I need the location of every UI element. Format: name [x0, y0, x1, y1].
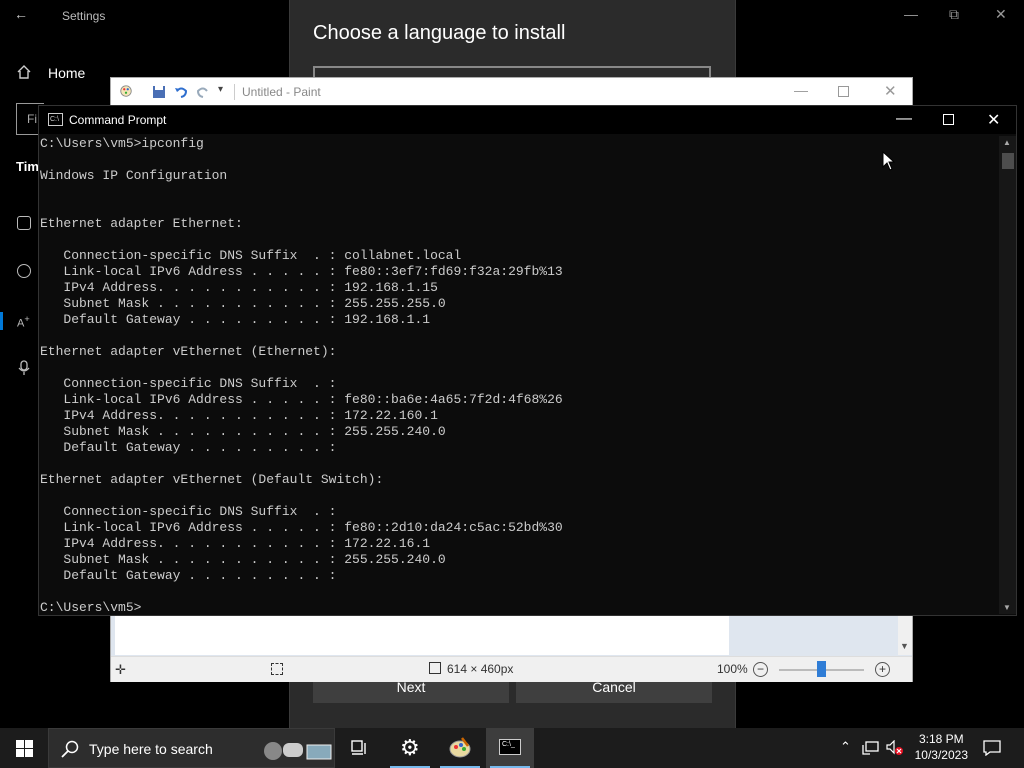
cmd-close-button[interactable]: ✕	[987, 110, 1000, 130]
selection-size-icon	[271, 663, 283, 675]
notification-center-icon[interactable]	[983, 740, 1001, 756]
volume-muted-icon[interactable]	[886, 740, 904, 756]
cmd-minimize-button[interactable]: —	[896, 110, 912, 128]
search-icon	[61, 740, 79, 758]
language-icon[interactable]: A+	[17, 314, 30, 330]
command-prompt-window: C:\ Command Prompt — ✕ C:\Users\vm5>ipco…	[38, 105, 1017, 616]
canvas-size-icon	[429, 662, 441, 674]
dialog-heading: Choose a language to install	[313, 22, 566, 44]
settings-title: Settings	[62, 9, 106, 23]
cmd-scrollbar-thumb[interactable]	[1002, 153, 1014, 169]
cmd-titlebar[interactable]: C:\ Command Prompt — ✕	[39, 106, 1016, 134]
zoom-level: 100%	[717, 662, 748, 676]
mouse-cursor-icon	[882, 151, 896, 171]
network-icon[interactable]	[862, 741, 880, 755]
clock-time: 3:18 PM	[918, 732, 964, 746]
paint-maximize-button[interactable]	[838, 86, 849, 97]
windows-start-icon[interactable]	[16, 740, 33, 757]
cmd-title: Command Prompt	[69, 113, 167, 127]
settings-section-heading: Tim	[16, 159, 39, 174]
cmd-vertical-scrollbar[interactable]: ▲ ▼	[999, 136, 1016, 614]
cmd-maximize-button[interactable]	[943, 114, 954, 125]
scroll-up-icon[interactable]: ▲	[1003, 138, 1011, 147]
redo-icon[interactable]	[196, 85, 210, 99]
paint-palette-icon	[449, 737, 471, 758]
back-arrow-icon[interactable]: ←	[14, 6, 28, 22]
scroll-down-icon[interactable]: ▼	[1003, 603, 1011, 612]
save-icon[interactable]	[152, 85, 166, 99]
zoom-slider-thumb[interactable]	[817, 661, 826, 677]
undo-icon[interactable]	[174, 85, 188, 99]
globe-icon[interactable]	[17, 264, 31, 278]
settings-restore-button[interactable]: ⧉	[949, 6, 959, 23]
taskbar-search-box[interactable]: Type here to search	[48, 728, 335, 768]
paint-minimize-button[interactable]: —	[794, 82, 808, 98]
settings-close-button[interactable]: ✕	[995, 6, 1007, 23]
paint-title: Untitled - Paint	[242, 85, 321, 99]
paint-app-icon	[120, 85, 132, 97]
taskbar-settings-app[interactable]: ⚙	[386, 728, 434, 768]
settings-home-link[interactable]: Home	[48, 65, 85, 81]
cursor-position-icon: ✛	[115, 662, 126, 677]
paint-close-button[interactable]: ✕	[884, 82, 897, 100]
taskbar: Type here to search ⚙ C:\_ ⌃ 3:18 PM 10/…	[0, 728, 1024, 768]
system-clock[interactable]: 3:18 PM 10/3/2023	[915, 731, 968, 763]
task-view-icon	[351, 740, 366, 755]
calendar-icon[interactable]	[17, 216, 31, 230]
selected-indicator	[0, 312, 3, 330]
taskbar-cmd-app[interactable]: C:\_	[486, 728, 534, 768]
cmd-app-icon: C:\	[48, 113, 63, 126]
paint-statusbar: ✛ 614 × 460px 100% − +	[111, 656, 912, 682]
search-highlight-icon	[261, 735, 333, 763]
find-placeholder: Fi	[27, 112, 37, 126]
console-output[interactable]: C:\Users\vm5>ipconfig Windows IP Configu…	[39, 136, 997, 615]
canvas-size-label: 614 × 460px	[447, 662, 514, 676]
clock-date: 10/3/2023	[914, 748, 968, 762]
taskbar-paint-app[interactable]	[436, 728, 484, 768]
gear-icon: ⚙	[400, 735, 420, 760]
paint-vertical-scrollbar[interactable]: ▼	[898, 615, 912, 655]
cmd-icon: C:\_	[499, 739, 521, 755]
task-view-button[interactable]	[336, 728, 384, 768]
paint-titlebar[interactable]: ▾ Untitled - Paint — ✕	[111, 78, 912, 106]
zoom-out-button[interactable]: −	[753, 662, 768, 677]
search-placeholder: Type here to search	[89, 741, 213, 757]
paint-canvas[interactable]	[115, 615, 729, 655]
show-hidden-icons-chevron-icon[interactable]: ⌃	[840, 739, 851, 755]
settings-minimize-button[interactable]: —	[904, 6, 918, 22]
customize-toolbar-icon[interactable]: ▾	[218, 84, 223, 95]
microphone-icon[interactable]	[18, 360, 30, 376]
home-icon	[17, 65, 31, 79]
titlebar-divider	[234, 84, 235, 100]
zoom-in-button[interactable]: +	[875, 662, 890, 677]
